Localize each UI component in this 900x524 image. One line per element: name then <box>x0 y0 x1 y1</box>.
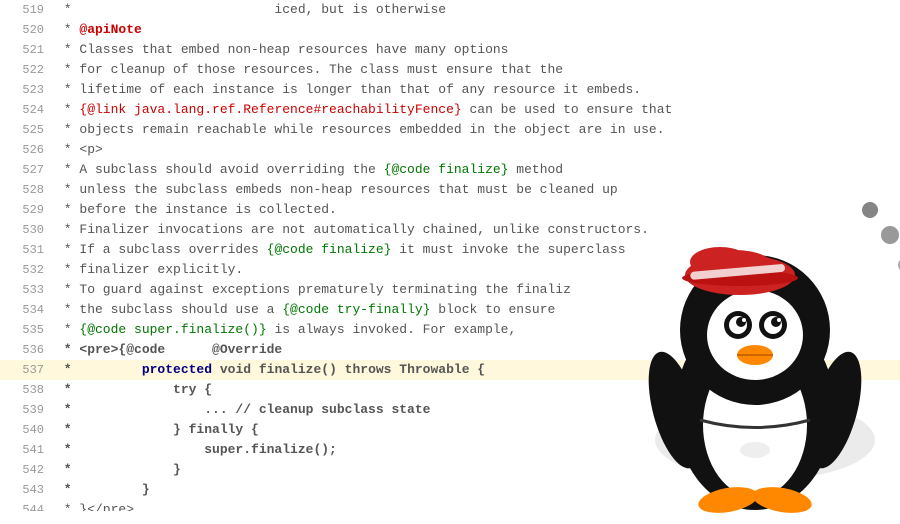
line-532: 532 * finalizer explicitly. <box>0 260 900 280</box>
line-content-541: * super.finalize(); <box>56 440 337 459</box>
line-content-544: * }</pre> <box>56 500 134 511</box>
line-num-520: 520 <box>4 21 56 40</box>
line-content-534: * the subclass should use a {@code try-f… <box>56 300 555 319</box>
line-content-526: * <p> <box>56 140 103 159</box>
line-content-535: * {@code super.finalize()} is always inv… <box>56 320 516 339</box>
line-content-529: * before the instance is collected. <box>56 200 337 219</box>
line-527: 527 * A subclass should avoid overriding… <box>0 160 900 180</box>
line-num-538: 538 <box>4 381 56 400</box>
line-535: 535 * {@code super.finalize()} is always… <box>0 320 900 340</box>
code-viewer: 519 * iced, but is otherwise 520 * @apiN… <box>0 0 900 511</box>
line-num-533: 533 <box>4 281 56 300</box>
line-content-543: * } <box>56 480 150 499</box>
line-542: 542 * } <box>0 460 900 480</box>
line-num-532: 532 <box>4 261 56 280</box>
line-content-532: * finalizer explicitly. <box>56 260 243 279</box>
line-541: 541 * super.finalize(); <box>0 440 900 460</box>
line-522: 522 * for cleanup of those resources. Th… <box>0 60 900 80</box>
line-content-519: * iced, but is otherwise <box>56 0 446 19</box>
line-526: 526 * <p> <box>0 140 900 160</box>
line-537: 537 * protected void finalize() throws T… <box>0 360 900 380</box>
line-num-529: 529 <box>4 201 56 220</box>
line-content-531: * If a subclass overrides {@code finaliz… <box>56 240 626 259</box>
line-num-540: 540 <box>4 421 56 440</box>
line-num-522: 522 <box>4 61 56 80</box>
line-540: 540 * } finally { <box>0 420 900 440</box>
line-531: 531 * If a subclass overrides {@code fin… <box>0 240 900 260</box>
line-num-528: 528 <box>4 181 56 200</box>
line-content-536: * <pre>{@code @Override <box>56 340 282 359</box>
line-num-542: 542 <box>4 461 56 480</box>
line-content-525: * objects remain reachable while resourc… <box>56 120 665 139</box>
line-num-525: 525 <box>4 121 56 140</box>
line-num-543: 543 <box>4 481 56 500</box>
line-content-520: * @apiNote <box>56 20 142 39</box>
line-content-539: * ... // cleanup subclass state <box>56 400 430 419</box>
line-num-524: 524 <box>4 101 56 120</box>
line-content-530: * Finalizer invocations are not automati… <box>56 220 649 239</box>
line-num-523: 523 <box>4 81 56 100</box>
line-content-527: * A subclass should avoid overriding the… <box>56 160 563 179</box>
line-content-540: * } finally { <box>56 420 259 439</box>
line-539: 539 * ... // cleanup subclass state <box>0 400 900 420</box>
line-519: 519 * iced, but is otherwise <box>0 0 900 20</box>
line-num-536: 536 <box>4 341 56 360</box>
line-520: 520 * @apiNote <box>0 20 900 40</box>
line-num-526: 526 <box>4 141 56 160</box>
line-525: 525 * objects remain reachable while res… <box>0 120 900 140</box>
line-content-533: * To guard against exceptions prematurel… <box>56 280 571 299</box>
line-num-521: 521 <box>4 41 56 60</box>
line-530: 530 * Finalizer invocations are not auto… <box>0 220 900 240</box>
line-content-524: * {@link java.lang.ref.Reference#reachab… <box>56 100 672 119</box>
line-num-530: 530 <box>4 221 56 240</box>
line-523: 523 * lifetime of each instance is longe… <box>0 80 900 100</box>
line-content-537: * protected void finalize() throws Throw… <box>56 360 485 379</box>
line-content-522: * for cleanup of those resources. The cl… <box>56 60 563 79</box>
line-content-523: * lifetime of each instance is longer th… <box>56 80 641 99</box>
line-num-531: 531 <box>4 241 56 260</box>
line-544: 544 * }</pre> <box>0 500 900 511</box>
line-num-527: 527 <box>4 161 56 180</box>
line-num-541: 541 <box>4 441 56 460</box>
line-content-521: * Classes that embed non-heap resources … <box>56 40 508 59</box>
line-534: 534 * the subclass should use a {@code t… <box>0 300 900 320</box>
line-num-534: 534 <box>4 301 56 320</box>
line-num-535: 535 <box>4 321 56 340</box>
line-536: 536 * <pre>{@code @Override <box>0 340 900 360</box>
line-content-538: * try { <box>56 380 212 399</box>
line-528: 528 * unless the subclass embeds non-hea… <box>0 180 900 200</box>
line-538: 538 * try { <box>0 380 900 400</box>
line-num-519: 519 <box>4 1 56 20</box>
line-521: 521 * Classes that embed non-heap resour… <box>0 40 900 60</box>
line-content-542: * } <box>56 460 181 479</box>
line-content-528: * unless the subclass embeds non-heap re… <box>56 180 618 199</box>
line-529: 529 * before the instance is collected. <box>0 200 900 220</box>
line-543: 543 * } <box>0 480 900 500</box>
line-533: 533 * To guard against exceptions premat… <box>0 280 900 300</box>
line-num-539: 539 <box>4 401 56 420</box>
line-num-544: 544 <box>4 501 56 511</box>
line-524: 524 * {@link java.lang.ref.Reference#rea… <box>0 100 900 120</box>
line-num-537: 537 <box>4 361 56 380</box>
